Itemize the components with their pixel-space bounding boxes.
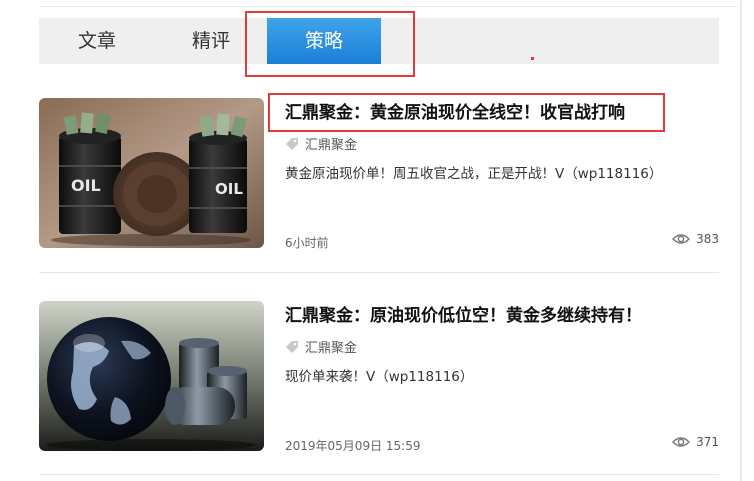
list-item[interactable]: 汇鼎聚金：原油现价低位空！黄金多继续持有！ 汇鼎聚金 现价单来袭！V（wp118… [39,299,719,475]
svg-text:OIL: OIL [215,180,243,198]
author-name: 汇鼎聚金 [305,138,358,153]
globe-with-oil-barrels-icon [39,301,264,451]
publish-time: 6小时前 [285,236,329,250]
tab-articles[interactable]: 文章 [57,18,137,64]
article-thumbnail[interactable]: OIL OIL [39,98,264,248]
tab-strategy[interactable]: 策略 [267,18,381,64]
tag-icon [286,340,298,353]
article-thumbnail[interactable] [39,301,264,451]
svg-text:OIL: OIL [71,176,101,195]
category-tab-bar: 文章 精评 策略 [39,18,719,64]
author-tag[interactable]: 汇鼎聚金 [285,134,357,153]
eye-icon [672,437,691,447]
author-tag[interactable]: 汇鼎聚金 [285,337,357,356]
tab-reviews[interactable]: 精评 [171,18,251,64]
eye-icon [672,234,691,244]
view-count: 371 [672,435,719,449]
top-divider [39,6,739,7]
publish-time: 2019年05月09日 15:59 [285,439,421,453]
list-item[interactable]: OIL OIL 汇鼎聚金：黄金原油现价全线空！收官战打响 汇鼎聚金 黄金原油现价… [39,96,719,272]
view-count: 383 [672,232,719,246]
view-count-value: 383 [696,232,719,246]
article-summary: 黄金原油现价单！周五收官之战，正是开战！V（wp118116） [285,166,663,182]
article-title[interactable]: 汇鼎聚金：原油现价低位空！黄金多继续持有！ [285,301,642,326]
list-divider [39,474,719,475]
oil-barrels-with-money-icon: OIL OIL [39,98,264,248]
tag-icon [286,137,298,150]
author-name: 汇鼎聚金 [305,341,358,356]
annotation-dot [531,57,534,60]
article-title[interactable]: 汇鼎聚金：黄金原油现价全线空！收官战打响 [285,98,625,123]
view-count-value: 371 [696,435,719,449]
article-summary: 现价单来袭！V（wp118116） [285,369,474,385]
scrollbar-track [740,0,742,481]
list-divider [39,272,719,273]
